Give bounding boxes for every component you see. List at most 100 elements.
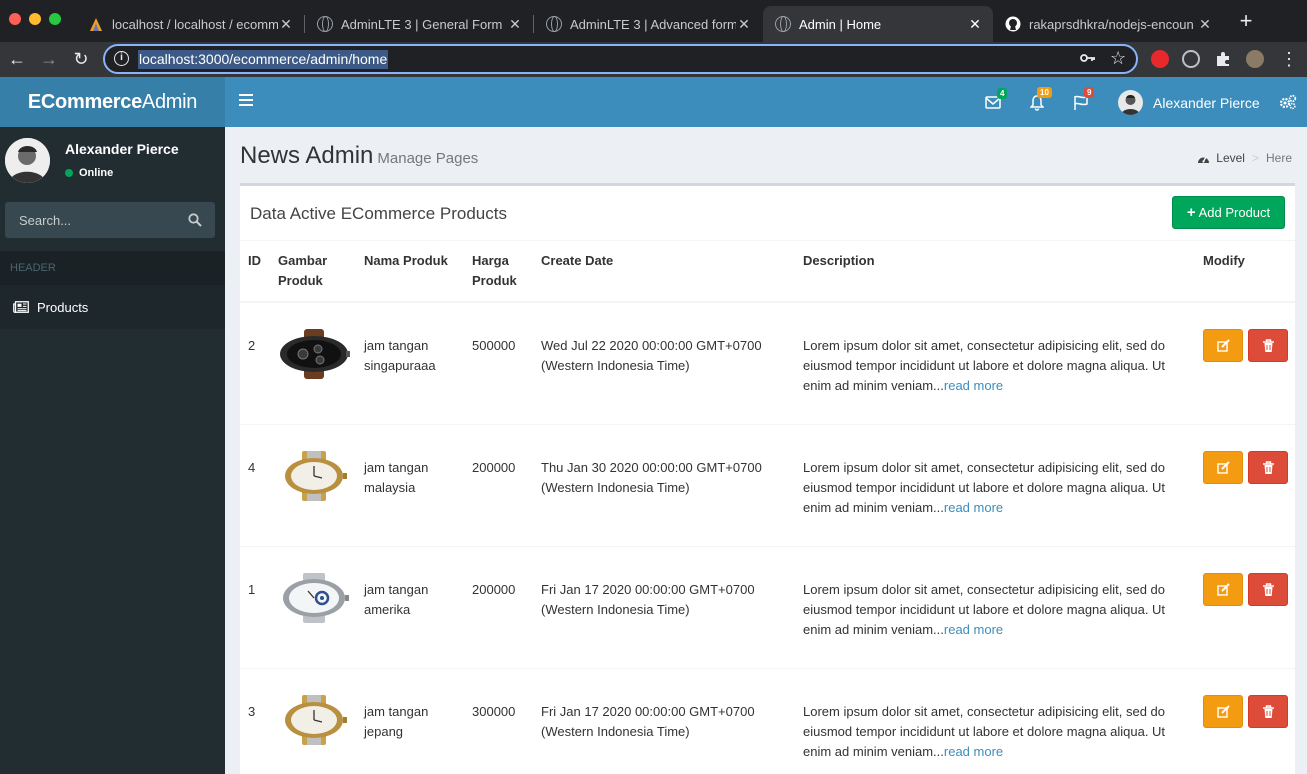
table-row: 1 jam tangan amerika 200000 Fri Jan 17 2… [240,546,1295,669]
cell-id: 4 [240,424,270,547]
control-sidebar-gears-icon[interactable] [1279,94,1297,110]
trash-icon [1262,460,1274,474]
cell-date: Fri Jan 17 2020 00:00:00 GMT+0700 (Weste… [533,546,795,669]
cell-modify [1195,546,1295,669]
delete-button[interactable] [1247,572,1288,606]
url-text[interactable]: localhost:3000/ecommerce/admin/home [138,50,389,69]
globe-icon [775,16,791,32]
content-wrapper: News Admin Manage Pages Level > Here Data… [225,127,1307,774]
column-header-name: Nama Produk [356,241,464,303]
browser-tab-general-form[interactable]: AdminLTE 3 | General Form E ✕ [305,6,533,42]
window-close-button[interactable] [9,13,21,25]
close-tab-icon[interactable]: ✕ [507,16,523,33]
page-title: News Admin Manage Pages [240,142,479,169]
profile-avatar[interactable] [1246,50,1264,68]
cell-date: Fri Jan 17 2020 00:00:00 GMT+0700 (Weste… [533,668,795,774]
new-tab-button[interactable]: + [1236,10,1256,32]
app-logo[interactable]: ECommerceAdmin [0,77,225,127]
edit-button[interactable] [1203,572,1243,606]
cell-modify [1195,424,1295,547]
browser-tab-github[interactable]: rakaprsdhkra/nodejs-encoun ✕ [993,6,1223,42]
cell-description: Lorem ipsum dolor sit amet, consectetur … [795,302,1195,425]
close-tab-icon[interactable]: ✕ [1197,16,1213,33]
product-image-silver-watch [283,572,349,623]
close-tab-icon[interactable]: ✕ [736,16,752,33]
key-icon[interactable] [1080,51,1096,69]
table-header-row: ID Gambar Produk Nama Produk Harga Produ… [240,241,1295,303]
sidebar-item-label: Products [37,299,89,315]
reload-button[interactable]: ↻ [70,48,92,70]
site-info-icon[interactable]: i [114,51,129,66]
cell-description: Lorem ipsum dolor sit amet, consectetur … [795,424,1195,547]
back-button[interactable]: ← [6,48,28,70]
browser-menu-icon[interactable]: ⋮ [1278,48,1300,70]
dashboard-icon [1198,156,1210,163]
breadcrumb-here: Here [1265,151,1292,165]
forward-button[interactable]: → [38,48,60,70]
delete-button[interactable] [1247,329,1288,362]
online-status[interactable]: Online [65,167,113,179]
tasks-menu[interactable]: 9 [1073,87,1095,112]
column-header-id: ID [240,241,270,303]
products-table: ID Gambar Produk Nama Produk Harga Produ… [240,241,1295,774]
main-header: ECommerceAdmin 4 10 9 Alexander Pierce [0,77,1307,127]
read-more-link[interactable]: read more [944,500,1003,515]
browser-tab-admin-home[interactable]: Admin | Home ✕ [763,6,993,42]
product-image-gold-watch [285,450,347,501]
puzzle-extension-icon[interactable] [1214,50,1232,68]
read-more-link[interactable]: read more [944,744,1003,759]
column-header-modify: Modify [1195,241,1295,303]
edit-button[interactable] [1203,329,1243,362]
cell-id: 3 [240,668,270,774]
browser-toolbar: ← → ↻ i localhost:3000/ecommerce/admin/h… [0,42,1307,77]
search-icon[interactable] [188,213,202,227]
window-zoom-button[interactable] [49,13,61,25]
edit-button[interactable] [1203,694,1243,728]
table-row: 2 jam tangan singapuraaa 500000 Wed Jul … [240,302,1295,425]
adblock-extension-icon[interactable] [1151,50,1169,68]
cell-name: jam tangan jepang [356,668,464,774]
delete-button[interactable] [1247,450,1288,484]
delete-button[interactable] [1247,694,1288,728]
trash-icon [1262,582,1274,596]
globe-extension-icon[interactable] [1182,50,1200,68]
sidebar-user-name: Alexander Pierce [65,141,179,157]
sidebar-menu-header: HEADER [0,251,225,285]
browser-tab-phpmyadmin[interactable]: localhost / localhost / ecomm ✕ [76,6,304,42]
bookmark-star-icon[interactable]: ☆ [1110,48,1126,69]
read-more-link[interactable]: read more [944,622,1003,637]
sidebar-item-products[interactable]: Products [0,285,225,329]
phpmyadmin-icon [90,18,102,31]
sidebar-toggle-icon[interactable] [239,94,253,108]
notifications-badge: 10 [1037,87,1052,98]
plus-icon: + [1186,204,1196,221]
cell-name: jam tangan amerika [356,546,464,669]
cell-date: Wed Jul 22 2020 00:00:00 GMT+0700 (Weste… [533,302,795,425]
products-box: Data Active ECommerce Products + Add Prod… [240,183,1295,774]
sidebar-search-form [5,202,215,238]
close-tab-icon[interactable]: ✕ [967,16,983,33]
product-image-gold-watch [285,694,347,745]
sidebar-search-input[interactable] [5,202,180,238]
close-tab-icon[interactable]: ✕ [278,16,294,33]
read-more-link[interactable]: read more [944,378,1003,393]
address-bar[interactable]: i localhost:3000/ecommerce/admin/home ☆ [103,44,1138,74]
breadcrumb-level[interactable]: Level [1216,151,1245,165]
edit-icon [1217,704,1230,718]
cell-name: jam tangan malaysia [356,424,464,547]
github-icon [1005,16,1021,32]
browser-tab-advanced-form[interactable]: AdminLTE 3 | Advanced form ✕ [534,6,762,42]
messages-menu[interactable]: 4 [985,88,1008,112]
table-row: 4 jam tangan malaysia 200000 Thu Jan 30 … [240,424,1295,547]
cell-price: 200000 [464,424,533,547]
add-product-button[interactable]: + Add Product [1172,196,1285,229]
window-minimize-button[interactable] [29,13,41,25]
edit-button[interactable] [1203,450,1243,484]
column-header-date: Create Date [533,241,795,303]
edit-icon [1217,582,1230,596]
notifications-menu[interactable]: 10 [1030,87,1052,112]
user-avatar-large [5,138,50,183]
cell-price: 200000 [464,546,533,669]
user-menu[interactable]: Alexander Pierce [1118,90,1260,115]
cell-id: 1 [240,546,270,669]
